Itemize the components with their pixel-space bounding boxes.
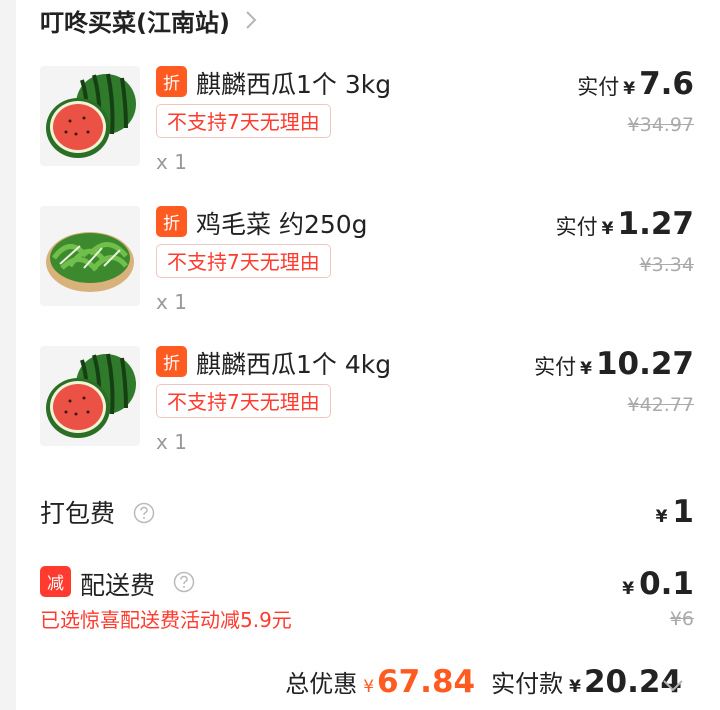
total-discount-value: 67.84 (377, 664, 476, 700)
no-return-tag: 不支持7天无理由 (156, 244, 331, 278)
order-summary: 总优惠 ¥ 67.84 实付款 ¥ 20.24 (285, 664, 682, 700)
no-return-tag: 不支持7天无理由 (156, 104, 331, 138)
item-quantity: x 1 (156, 430, 187, 454)
item-quantity: x 1 (156, 290, 187, 314)
currency-symbol: ¥ (623, 79, 636, 99)
order-item[interactable]: 折 麒麟西瓜1个 3kg 不支持7天无理由 x 1 实付 ¥ 7.6 ¥34.9… (16, 66, 720, 196)
currency-symbol: ¥ (622, 579, 635, 599)
delivery-promo-note: 已选惊喜配送费活动减5.9元 (40, 608, 292, 632)
discount-badge: 折 (156, 346, 187, 377)
packing-fee-amount: ¥ 1 (656, 494, 694, 530)
paid-label: 实付 (555, 215, 598, 239)
greens-image (40, 206, 140, 306)
paid-price: 实付 ¥ 7.6 (577, 66, 694, 102)
no-return-tag: 不支持7天无理由 (156, 384, 331, 418)
shop-name: 叮咚买菜(江南站) (40, 8, 230, 37)
help-icon[interactable] (173, 571, 195, 593)
paid-price: 实付 ¥ 1.27 (556, 206, 694, 242)
order-item[interactable]: 折 麒麟西瓜1个 4kg 不支持7天无理由 x 1 实付 ¥ 10.27 ¥42… (16, 346, 720, 476)
paid-price: 实付 ¥ 10.27 (534, 346, 694, 382)
paid-label: 实付 (577, 75, 620, 99)
total-paid-label: 实付款 (491, 670, 564, 698)
chevron-down-icon[interactable] (660, 672, 686, 698)
paid-amount: 10.27 (595, 346, 694, 382)
delivery-fee-label: 配送费 (80, 571, 156, 600)
order-card: 叮咚买菜(江南站) 折 麒麟西瓜1个 3kg 不支持7天无理由 x 1 实付 ¥ (16, 0, 720, 710)
currency-symbol: ¥ (363, 677, 375, 697)
discount-badge: 折 (156, 66, 187, 97)
original-price: ¥3.34 (639, 254, 694, 276)
item-name: 麒麟西瓜1个 4kg (196, 350, 392, 379)
paid-amount: 7.6 (639, 66, 694, 102)
delivery-fee-original: ¥6 (669, 608, 694, 630)
delivery-fee-amount: ¥ 0.1 (622, 566, 694, 602)
paid-label: 实付 (534, 355, 577, 379)
help-icon[interactable] (133, 502, 155, 524)
paid-amount: 1.27 (617, 206, 695, 242)
total-discount-label: 总优惠 (285, 670, 358, 698)
delivery-fee-row: 减 配送费 ¥ 0.1 已选惊喜配送费活动减5.9元 ¥6 (16, 566, 720, 636)
shop-header[interactable]: 叮咚买菜(江南站) (40, 2, 262, 38)
original-price: ¥42.77 (627, 394, 694, 416)
item-name: 麒麟西瓜1个 3kg (196, 70, 392, 99)
packing-fee-row: 打包费 ¥ 1 (16, 494, 720, 538)
packing-fee-label: 打包费 (40, 499, 116, 528)
watermelon-image (40, 346, 140, 446)
order-item[interactable]: 折 鸡毛菜 约250g 不支持7天无理由 x 1 实付 ¥ 1.27 ¥3.34 (16, 206, 720, 336)
packing-fee-value: 1 (672, 494, 694, 530)
currency-symbol: ¥ (569, 677, 581, 697)
original-price: ¥34.97 (627, 114, 694, 136)
watermelon-image (40, 66, 140, 166)
item-name: 鸡毛菜 约250g (196, 210, 368, 239)
currency-symbol: ¥ (655, 507, 668, 527)
currency-symbol: ¥ (580, 359, 592, 379)
item-quantity: x 1 (156, 150, 187, 174)
discount-badge: 折 (156, 206, 187, 237)
currency-symbol: ¥ (601, 219, 614, 239)
chevron-right-icon (246, 11, 257, 29)
delivery-fee-value: 0.1 (639, 566, 694, 602)
reduction-badge: 减 (40, 566, 71, 597)
